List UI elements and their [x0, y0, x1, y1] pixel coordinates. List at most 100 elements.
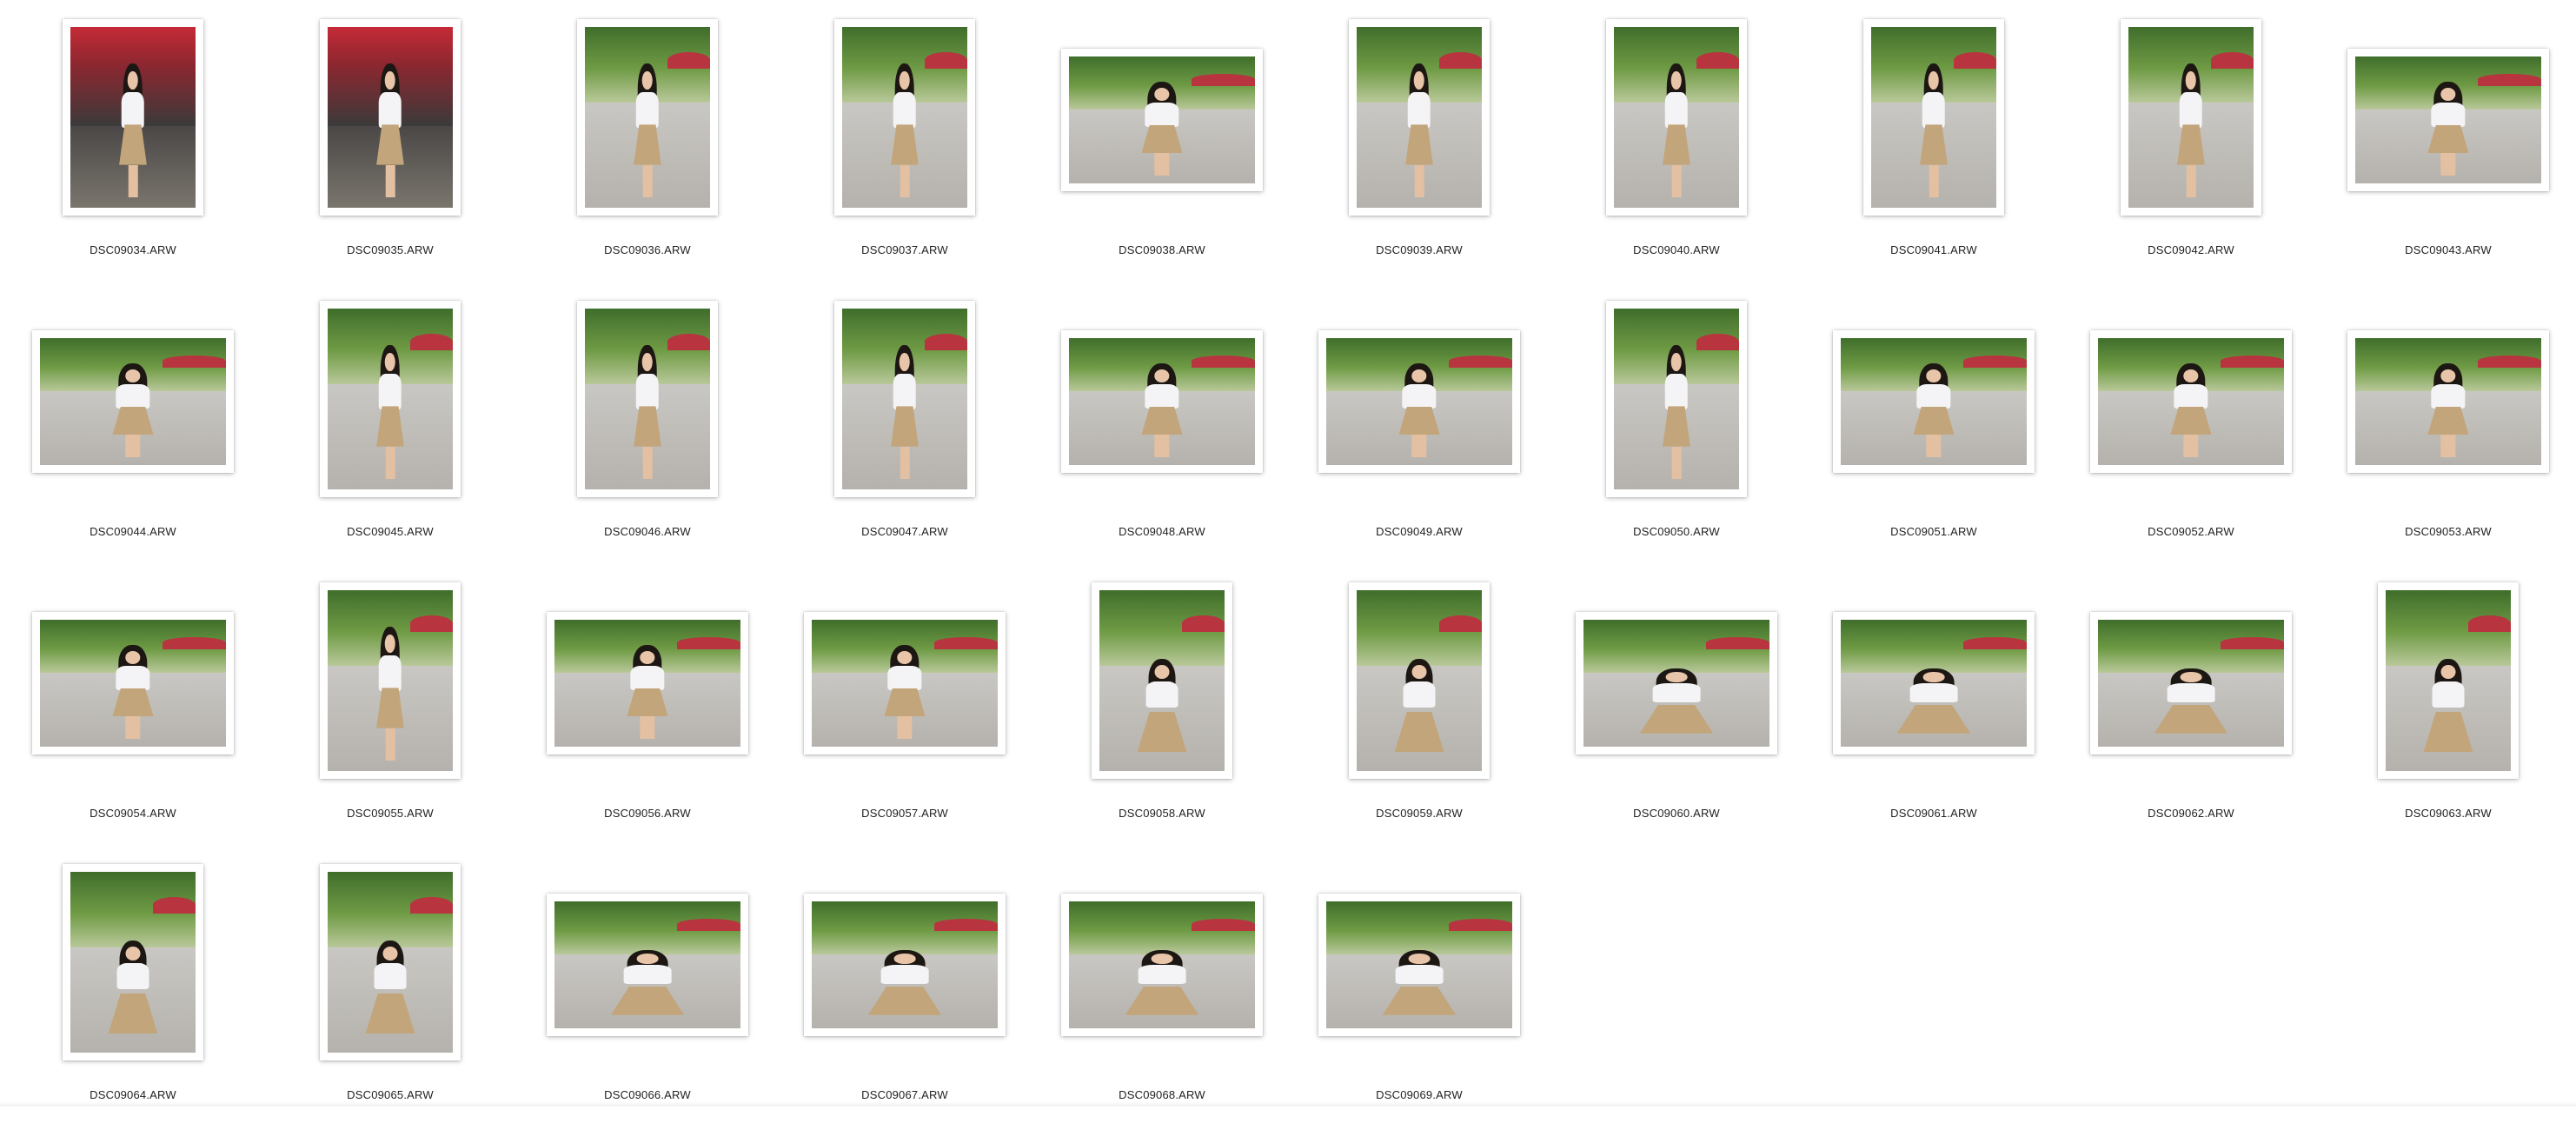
file-name-label[interactable]: DSC09053.ARW — [2320, 525, 2576, 538]
file-item[interactable]: DSC09061.ARW — [1805, 567, 2062, 848]
photo-thumbnail[interactable] — [1349, 582, 1490, 779]
file-item[interactable]: DSC09036.ARW — [519, 3, 776, 285]
file-item[interactable]: DSC09062.ARW — [2062, 567, 2320, 848]
photo-thumbnail[interactable] — [63, 19, 203, 216]
photo-thumbnail[interactable] — [1092, 582, 1232, 779]
file-name-label[interactable]: DSC09049.ARW — [1291, 525, 1548, 538]
file-item[interactable]: DSC09051.ARW — [1805, 285, 2062, 567]
file-item[interactable]: DSC09058.ARW — [1033, 567, 1291, 848]
file-name-label[interactable]: DSC09041.ARW — [1805, 243, 2062, 256]
file-item[interactable]: DSC09035.ARW — [262, 3, 519, 285]
file-item[interactable]: DSC09054.ARW — [4, 567, 262, 848]
file-name-label[interactable]: DSC09062.ARW — [2062, 807, 2320, 820]
file-item[interactable]: DSC09037.ARW — [776, 3, 1033, 285]
photo-thumbnail[interactable] — [2090, 330, 2292, 473]
photo-thumbnail[interactable] — [1833, 330, 2035, 473]
photo-thumbnail[interactable] — [834, 19, 975, 216]
file-name-label[interactable]: DSC09050.ARW — [1548, 525, 1805, 538]
file-item[interactable]: DSC09059.ARW — [1291, 567, 1548, 848]
file-name-label[interactable]: DSC09046.ARW — [519, 525, 776, 538]
photo-thumbnail[interactable] — [32, 330, 234, 473]
photo-thumbnail[interactable] — [32, 612, 234, 754]
file-name-label[interactable]: DSC09038.ARW — [1033, 243, 1291, 256]
file-name-label[interactable]: DSC09065.ARW — [262, 1088, 519, 1101]
file-name-label[interactable]: DSC09040.ARW — [1548, 243, 1805, 256]
file-item[interactable]: DSC09048.ARW — [1033, 285, 1291, 567]
file-name-label[interactable]: DSC09054.ARW — [4, 807, 262, 820]
file-item[interactable]: DSC09040.ARW — [1548, 3, 1805, 285]
file-name-label[interactable]: DSC09069.ARW — [1291, 1088, 1548, 1101]
file-name-label[interactable]: DSC09036.ARW — [519, 243, 776, 256]
photo-thumbnail[interactable] — [320, 864, 461, 1060]
file-name-label[interactable]: DSC09039.ARW — [1291, 243, 1548, 256]
photo-thumbnail[interactable] — [2121, 19, 2261, 216]
file-item[interactable]: DSC09039.ARW — [1291, 3, 1548, 285]
photo-thumbnail[interactable] — [2347, 49, 2549, 191]
file-name-label[interactable]: DSC09045.ARW — [262, 525, 519, 538]
photo-thumbnail[interactable] — [804, 894, 1006, 1036]
file-item[interactable]: DSC09038.ARW — [1033, 3, 1291, 285]
file-name-label[interactable]: DSC09063.ARW — [2320, 807, 2576, 820]
photo-thumbnail[interactable] — [320, 19, 461, 216]
photo-thumbnail[interactable] — [1318, 894, 1520, 1036]
file-item[interactable]: DSC09050.ARW — [1548, 285, 1805, 567]
photo-thumbnail[interactable] — [320, 301, 461, 497]
file-item[interactable]: DSC09041.ARW — [1805, 3, 2062, 285]
file-item[interactable]: DSC09044.ARW — [4, 285, 262, 567]
file-item[interactable]: DSC09046.ARW — [519, 285, 776, 567]
photo-thumbnail[interactable] — [63, 864, 203, 1060]
photo-thumbnail[interactable] — [1061, 49, 1263, 191]
file-name-label[interactable]: DSC09066.ARW — [519, 1088, 776, 1101]
file-name-label[interactable]: DSC09051.ARW — [1805, 525, 2062, 538]
photo-thumbnail[interactable] — [577, 19, 718, 216]
photo-thumbnail[interactable] — [1606, 19, 1747, 216]
file-name-label[interactable]: DSC09058.ARW — [1033, 807, 1291, 820]
file-name-label[interactable]: DSC09056.ARW — [519, 807, 776, 820]
photo-thumbnail[interactable] — [834, 301, 975, 497]
photo-thumbnail[interactable] — [1606, 301, 1747, 497]
photo-thumbnail[interactable] — [1863, 19, 2004, 216]
file-name-label[interactable]: DSC09067.ARW — [776, 1088, 1033, 1101]
file-item[interactable]: DSC09067.ARW — [776, 848, 1033, 1130]
file-item[interactable]: DSC09064.ARW — [4, 848, 262, 1130]
file-item[interactable]: DSC09034.ARW — [4, 3, 262, 285]
photo-thumbnail[interactable] — [1061, 894, 1263, 1036]
file-item[interactable]: DSC09056.ARW — [519, 567, 776, 848]
file-name-label[interactable]: DSC09035.ARW — [262, 243, 519, 256]
file-item[interactable]: DSC09066.ARW — [519, 848, 776, 1130]
photo-thumbnail[interactable] — [2378, 582, 2519, 779]
file-item[interactable]: DSC09052.ARW — [2062, 285, 2320, 567]
file-item[interactable]: DSC09063.ARW — [2320, 567, 2576, 848]
file-item[interactable]: DSC09042.ARW — [2062, 3, 2320, 285]
photo-thumbnail[interactable] — [1833, 612, 2035, 754]
file-name-label[interactable]: DSC09048.ARW — [1033, 525, 1291, 538]
file-name-label[interactable]: DSC09037.ARW — [776, 243, 1033, 256]
photo-thumbnail[interactable] — [1349, 19, 1490, 216]
file-name-label[interactable]: DSC09068.ARW — [1033, 1088, 1291, 1101]
file-item[interactable]: DSC09069.ARW — [1291, 848, 1548, 1130]
file-name-label[interactable]: DSC09052.ARW — [2062, 525, 2320, 538]
file-item[interactable]: DSC09065.ARW — [262, 848, 519, 1130]
file-item[interactable]: DSC09053.ARW — [2320, 285, 2576, 567]
file-name-label[interactable]: DSC09043.ARW — [2320, 243, 2576, 256]
photo-thumbnail[interactable] — [2090, 612, 2292, 754]
photo-thumbnail[interactable] — [320, 582, 461, 779]
file-item[interactable]: DSC09043.ARW — [2320, 3, 2576, 285]
file-item[interactable]: DSC09045.ARW — [262, 285, 519, 567]
photo-thumbnail[interactable] — [547, 612, 748, 754]
file-name-label[interactable]: DSC09057.ARW — [776, 807, 1033, 820]
file-name-label[interactable]: DSC09044.ARW — [4, 525, 262, 538]
file-name-label[interactable]: DSC09064.ARW — [4, 1088, 262, 1101]
file-name-label[interactable]: DSC09061.ARW — [1805, 807, 2062, 820]
file-item[interactable]: DSC09049.ARW — [1291, 285, 1548, 567]
file-name-label[interactable]: DSC09034.ARW — [4, 243, 262, 256]
file-name-label[interactable]: DSC09042.ARW — [2062, 243, 2320, 256]
photo-thumbnail[interactable] — [547, 894, 748, 1036]
file-item[interactable]: DSC09047.ARW — [776, 285, 1033, 567]
file-item[interactable]: DSC09055.ARW — [262, 567, 519, 848]
file-name-label[interactable]: DSC09055.ARW — [262, 807, 519, 820]
file-item[interactable]: DSC09068.ARW — [1033, 848, 1291, 1130]
file-name-label[interactable]: DSC09059.ARW — [1291, 807, 1548, 820]
file-item[interactable]: DSC09060.ARW — [1548, 567, 1805, 848]
file-name-label[interactable]: DSC09060.ARW — [1548, 807, 1805, 820]
